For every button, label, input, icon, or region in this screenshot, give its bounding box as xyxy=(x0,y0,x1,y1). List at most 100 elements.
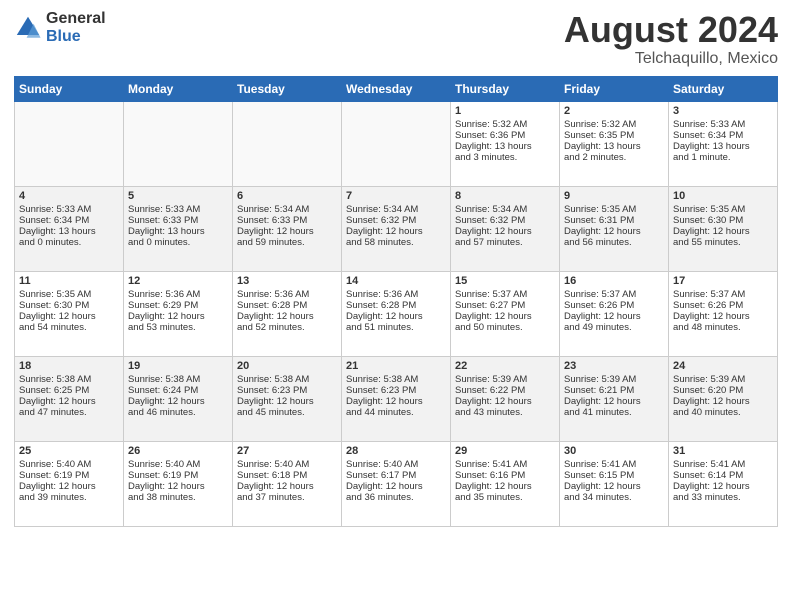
calendar-day: 10Sunrise: 5:35 AMSunset: 6:30 PMDayligh… xyxy=(669,186,778,271)
calendar-week-3: 11 Sunrise: 5:35 AMSunset: 6:30 PM Dayligh… xyxy=(15,271,778,356)
day-info: Daylight: 12 hours xyxy=(128,396,228,407)
day-number: 24 xyxy=(673,360,773,372)
day-info: Daylight: 12 hours xyxy=(455,226,555,237)
day-number: 28 xyxy=(346,445,446,457)
day-info: Sunrise: 5:35 AM xyxy=(19,289,119,300)
day-info: Daylight: 12 hours xyxy=(564,396,664,407)
day-number: 15 xyxy=(455,275,555,287)
day-info: Sunset: 6:30 PM xyxy=(673,215,773,226)
day-info: Sunset: 6:32 PM xyxy=(346,215,446,226)
calendar-day: 1Sunrise: 5:32 AMSunset: 6:36 PMDaylight… xyxy=(451,101,560,186)
day-info: Sunset: 6:17 PM xyxy=(346,470,446,481)
day-info: Daylight: 12 hours xyxy=(128,311,228,322)
day-info: Sunset: 6:19 PM xyxy=(128,470,228,481)
day-info: Sunset: 6:23 PM xyxy=(237,385,337,396)
day-info: Sunset: 6:23 PM xyxy=(346,385,446,396)
day-number: 23 xyxy=(564,360,664,372)
calendar-day: 7Sunrise: 5:34 AMSunset: 6:32 PMDaylight… xyxy=(342,186,451,271)
day-info: Sunset: 6:25 PM xyxy=(19,385,119,396)
calendar-day: 30Sunrise: 5:41 AMSunset: 6:15 PMDayligh… xyxy=(560,441,669,526)
calendar-header-thursday: Thursday xyxy=(451,76,560,101)
day-number: 14 xyxy=(346,275,446,287)
day-info: Daylight: 12 hours xyxy=(237,481,337,492)
calendar-header-sunday: Sunday xyxy=(15,76,124,101)
day-info: and 1 minute. xyxy=(673,152,773,163)
calendar-week-5: 25Sunrise: 5:40 AMSunset: 6:19 PMDayligh… xyxy=(15,441,778,526)
day-info: Sunset: 6:28 PM xyxy=(237,300,337,311)
day-info: and 39 minutes. xyxy=(19,492,119,503)
day-info: and 44 minutes. xyxy=(346,407,446,418)
day-info: and 52 minutes. xyxy=(237,322,337,333)
day-info: Sunrise: 5:38 AM xyxy=(128,374,228,385)
calendar-day: 19 Sunrise: 5:38 AMSunset: 6:24 PMDayligh… xyxy=(124,356,233,441)
calendar-day: 21Sunrise: 5:38 AMSunset: 6:23 PMDayligh… xyxy=(342,356,451,441)
day-info: and 45 minutes. xyxy=(237,407,337,418)
calendar-day: 18Sunrise: 5:38 AMSunset: 6:25 PMDayligh… xyxy=(15,356,124,441)
day-number: 21 xyxy=(346,360,446,372)
calendar-header-saturday: Saturday xyxy=(669,76,778,101)
day-info: Daylight: 12 hours xyxy=(19,481,119,492)
day-info: Daylight: 12 hours xyxy=(346,226,446,237)
day-info: Sunrise: 5:40 AM xyxy=(237,459,337,470)
calendar-header-friday: Friday xyxy=(560,76,669,101)
day-info: Daylight: 12 hours xyxy=(564,481,664,492)
logo-general: General xyxy=(46,10,106,28)
calendar-day: 29Sunrise: 5:41 AMSunset: 6:16 PMDayligh… xyxy=(451,441,560,526)
day-info: Sunrise: 5:36 AM xyxy=(128,289,228,300)
day-info: and 36 minutes. xyxy=(346,492,446,503)
calendar-table: SundayMondayTuesdayWednesdayThursdayFrid… xyxy=(14,76,778,527)
day-info: Sunrise: 5:37 AM xyxy=(564,289,664,300)
day-info: Sunrise: 5:40 AM xyxy=(128,459,228,470)
day-info: and 57 minutes. xyxy=(455,237,555,248)
day-info: and 40 minutes. xyxy=(673,407,773,418)
day-info: Sunset: 6:15 PM xyxy=(564,470,664,481)
calendar-header-monday: Monday xyxy=(124,76,233,101)
day-info: Daylight: 12 hours xyxy=(346,311,446,322)
day-info: Daylight: 12 hours xyxy=(564,311,664,322)
logo-text: General Blue xyxy=(46,10,106,45)
day-info: and 55 minutes. xyxy=(673,237,773,248)
day-number: 17 xyxy=(673,275,773,287)
day-number: 19 xyxy=(128,360,228,372)
calendar-week-4: 18Sunrise: 5:38 AMSunset: 6:25 PMDayligh… xyxy=(15,356,778,441)
day-number: 11 xyxy=(19,275,119,287)
day-info: and 47 minutes. xyxy=(19,407,119,418)
day-info: Sunrise: 5:36 AM xyxy=(346,289,446,300)
day-info: Sunset: 6:34 PM xyxy=(673,130,773,141)
day-info: Daylight: 12 hours xyxy=(673,481,773,492)
day-info: Sunrise: 5:38 AM xyxy=(237,374,337,385)
calendar-day: 13Sunrise: 5:36 AMSunset: 6:28 PMDayligh… xyxy=(233,271,342,356)
day-info: Sunset: 6:19 PM xyxy=(19,470,119,481)
day-info: Sunset: 6:21 PM xyxy=(564,385,664,396)
day-number: 3 xyxy=(673,105,773,117)
calendar-day: 31Sunrise: 5:41 AMSunset: 6:14 PMDayligh… xyxy=(669,441,778,526)
day-info: Sunrise: 5:38 AM xyxy=(346,374,446,385)
day-info: Daylight: 12 hours xyxy=(455,396,555,407)
day-info: Daylight: 12 hours xyxy=(455,311,555,322)
day-info: Daylight: 12 hours xyxy=(19,396,119,407)
day-info: Sunset: 6:28 PM xyxy=(346,300,446,311)
day-info: Sunset: 6:26 PM xyxy=(564,300,664,311)
location: Telchaquillo, Mexico xyxy=(564,50,778,68)
day-info: Sunrise: 5:39 AM xyxy=(455,374,555,385)
day-number: 9 xyxy=(564,190,664,202)
day-info: Sunrise: 5:39 AM xyxy=(564,374,664,385)
day-info: Sunset: 6:30 PM xyxy=(19,300,119,311)
day-info: Daylight: 13 hours xyxy=(19,226,119,237)
logo: General Blue xyxy=(14,10,106,45)
day-info: Daylight: 12 hours xyxy=(237,311,337,322)
calendar-day: 24Sunrise: 5:39 AMSunset: 6:20 PMDayligh… xyxy=(669,356,778,441)
day-number: 5 xyxy=(128,190,228,202)
day-info: Sunset: 6:24 PM xyxy=(128,385,228,396)
day-info: and 2 minutes. xyxy=(564,152,664,163)
day-info: and 53 minutes. xyxy=(128,322,228,333)
calendar-day: 22Sunrise: 5:39 AMSunset: 6:22 PMDayligh… xyxy=(451,356,560,441)
day-number: 7 xyxy=(346,190,446,202)
calendar-day: 4Sunrise: 5:33 AMSunset: 6:34 PMDaylight… xyxy=(15,186,124,271)
day-info: Sunrise: 5:40 AM xyxy=(19,459,119,470)
day-info: and 38 minutes. xyxy=(128,492,228,503)
day-info: Sunrise: 5:32 AM xyxy=(564,119,664,130)
day-info: Daylight: 12 hours xyxy=(673,226,773,237)
day-number: 20 xyxy=(237,360,337,372)
day-info: Daylight: 12 hours xyxy=(564,226,664,237)
